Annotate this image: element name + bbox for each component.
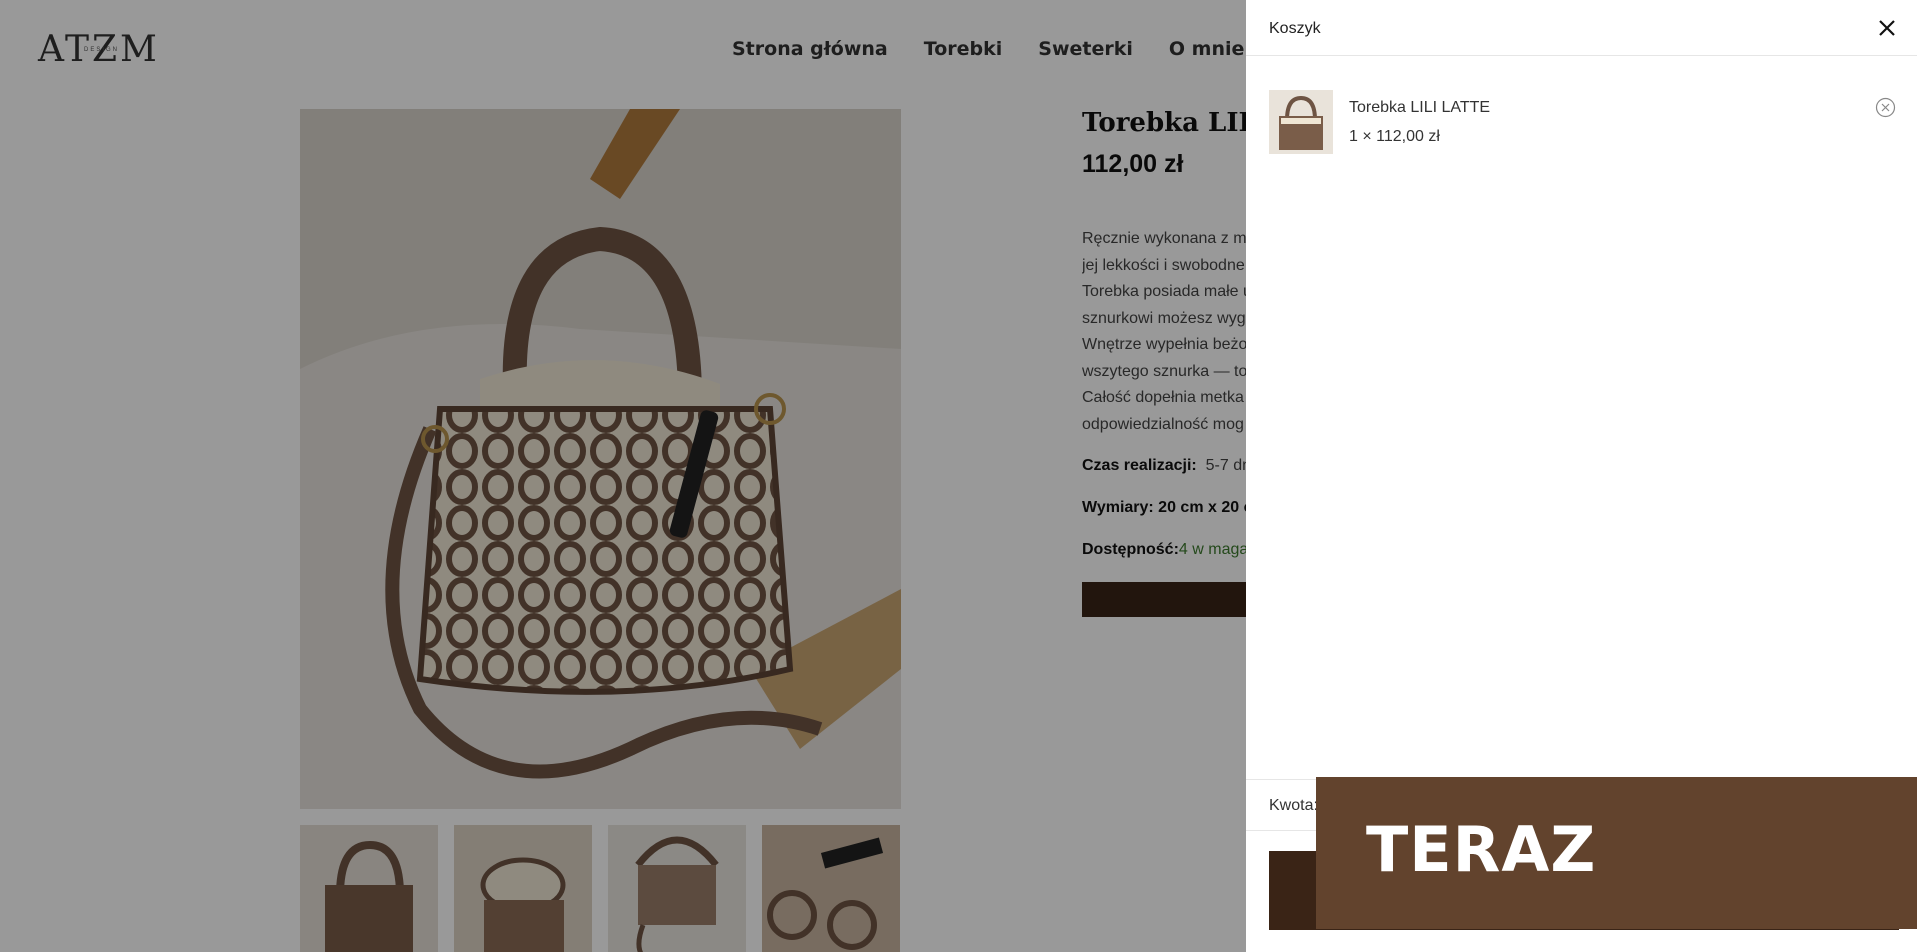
cart-item-thumbnail[interactable] [1269, 90, 1333, 154]
cart-sum-label: Kwota: [1269, 797, 1318, 814]
modal-backdrop[interactable] [0, 0, 1246, 952]
cart-item-qty-price: 1 × 112,00 zł [1349, 128, 1440, 145]
close-icon[interactable] [1876, 17, 1898, 39]
cart-item: Torebka LILI LATTE 1 × 112,00 zł [1269, 90, 1899, 156]
promo-text: TERAZ [1366, 813, 1597, 886]
promo-banner[interactable]: TERAZ [1316, 777, 1917, 929]
cart-item-image [1269, 90, 1333, 154]
cart-title: Koszyk [1269, 20, 1321, 37]
cart-item-name[interactable]: Torebka LILI LATTE [1349, 99, 1490, 117]
remove-icon[interactable] [1875, 97, 1896, 118]
cart-header: Koszyk [1246, 0, 1917, 56]
